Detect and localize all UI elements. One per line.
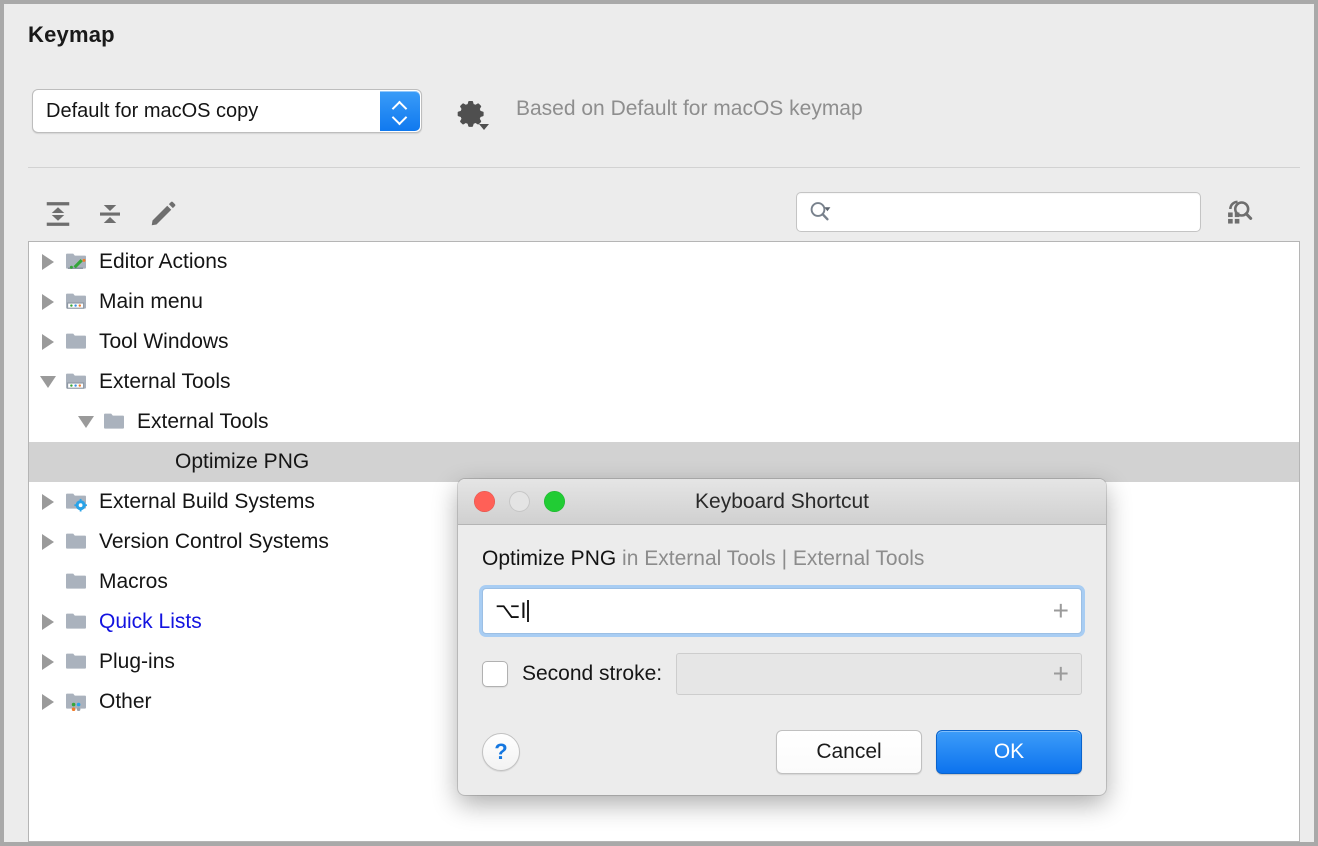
folder-icon — [64, 650, 90, 674]
tree-row[interactable]: External Tools — [29, 362, 1299, 402]
tree-row[interactable]: Editor Actions — [29, 242, 1299, 282]
folder-editor-actions-icon — [64, 250, 90, 274]
gear-dropdown-arrow-icon — [479, 124, 489, 130]
folder-menu-icon — [63, 290, 91, 314]
keymap-settings-gear-button[interactable] — [454, 96, 488, 130]
tree-row-label: Version Control Systems — [99, 530, 329, 554]
folder-icon — [101, 410, 129, 434]
twisty-collapsed-icon[interactable] — [37, 491, 59, 513]
twisty-collapsed-icon[interactable] — [37, 651, 59, 673]
page-title: Keymap — [28, 22, 115, 48]
twisty-collapsed-icon[interactable] — [37, 251, 59, 273]
tree-row-label: Tool Windows — [99, 330, 229, 354]
second-stroke-label: Second stroke: — [522, 662, 662, 686]
second-stroke-row: Second stroke: + — [482, 653, 1082, 695]
folder-icon — [63, 610, 91, 634]
folder-gear-icon — [63, 490, 91, 514]
second-stroke-checkbox[interactable] — [482, 661, 508, 687]
twisty-collapsed-icon[interactable] — [37, 331, 59, 353]
second-stroke-input: + — [676, 653, 1082, 695]
twisty-collapsed-icon[interactable] — [37, 291, 59, 313]
tree-row-label: Main menu — [99, 290, 203, 314]
tree-row-label: External Tools — [99, 370, 231, 394]
tree-row-label: Other — [99, 690, 152, 714]
chevron-up-icon — [393, 102, 407, 110]
tree-row-label: External Build Systems — [99, 490, 315, 514]
tree-row[interactable]: Optimize PNG — [29, 442, 1299, 482]
folder-icon — [63, 330, 91, 354]
folder-icon — [63, 650, 91, 674]
collapse-all-icon — [95, 199, 125, 229]
folder-icon — [63, 570, 91, 594]
twisty-expanded-icon[interactable] — [75, 411, 97, 433]
folder-dots-icon — [64, 690, 90, 714]
tree-row-label: Optimize PNG — [175, 450, 309, 474]
tree-row-label: Plug-ins — [99, 650, 175, 674]
no-icon — [139, 450, 167, 474]
twisty-collapsed-icon[interactable] — [37, 611, 59, 633]
twisty-expanded-icon[interactable] — [37, 371, 59, 393]
search-icon[interactable] — [807, 199, 833, 225]
action-name: Optimize PNG — [482, 547, 616, 570]
second-stroke-plus-icon: + — [1053, 660, 1069, 688]
search-input[interactable] — [833, 202, 1200, 223]
folder-dots-icon — [63, 690, 91, 714]
find-by-shortcut-icon — [1223, 197, 1253, 227]
dialog-body: Optimize PNG in External Tools | Externa… — [458, 525, 1106, 695]
folder-menu-icon — [64, 370, 90, 394]
folder-icon — [64, 610, 90, 634]
help-button[interactable]: ? — [482, 733, 520, 771]
folder-menu-icon — [63, 370, 91, 394]
tree-row[interactable]: Tool Windows — [29, 322, 1299, 362]
search-box[interactable] — [796, 192, 1201, 232]
dialog-footer: ? Cancel OK — [458, 709, 1106, 795]
folder-editor-actions-icon — [63, 250, 91, 274]
tree-row[interactable]: Main menu — [29, 282, 1299, 322]
ok-button[interactable]: OK — [936, 730, 1082, 774]
expand-all-button[interactable] — [38, 194, 78, 234]
folder-icon — [102, 410, 128, 434]
collapse-all-button[interactable] — [90, 194, 130, 234]
dialog-action-heading: Optimize PNG in External Tools | Externa… — [482, 547, 1082, 571]
context-prefix: in — [622, 547, 638, 570]
tree-row-label: External Tools — [137, 410, 269, 434]
dialog-title: Keyboard Shortcut — [458, 490, 1106, 514]
keyboard-shortcut-dialog: Keyboard Shortcut Optimize PNG in Extern… — [458, 479, 1106, 795]
cancel-button[interactable]: Cancel — [776, 730, 922, 774]
folder-gear-icon — [64, 490, 90, 514]
tree-row-label: Macros — [99, 570, 168, 594]
folder-icon — [64, 330, 90, 354]
first-stroke-plus-icon[interactable]: + — [1053, 597, 1069, 625]
first-stroke-value: ⌥I — [495, 598, 1053, 624]
folder-icon — [64, 570, 90, 594]
tree-row[interactable]: External Tools — [29, 402, 1299, 442]
text-caret — [527, 600, 529, 622]
chevron-down-icon — [393, 113, 407, 121]
edit-shortcut-button[interactable] — [143, 194, 183, 234]
find-by-shortcut-button[interactable] — [1216, 192, 1260, 232]
keymap-select[interactable]: Default for macOS copy — [32, 89, 422, 133]
folder-icon — [63, 530, 91, 554]
tree-row-label: Quick Lists — [99, 610, 202, 634]
twisty-collapsed-icon[interactable] — [37, 691, 59, 713]
tree-row-label: Editor Actions — [99, 250, 227, 274]
twisty-collapsed-icon[interactable] — [37, 531, 59, 553]
keymap-settings-window: Keymap Default for macOS copy Based on D… — [0, 0, 1318, 846]
header-divider — [28, 167, 1300, 168]
stepper-updown-icon[interactable] — [380, 91, 420, 131]
folder-menu-icon — [64, 290, 90, 314]
folder-icon — [64, 530, 90, 554]
keymap-select-value: Default for macOS copy — [33, 90, 380, 132]
pencil-edit-icon — [148, 199, 178, 229]
context-path: External Tools | External Tools — [644, 547, 924, 570]
based-on-label: Based on Default for macOS keymap — [516, 97, 863, 121]
first-stroke-input[interactable]: ⌥I + — [482, 588, 1082, 634]
expand-all-icon — [43, 199, 73, 229]
dialog-titlebar: Keyboard Shortcut — [458, 479, 1106, 525]
